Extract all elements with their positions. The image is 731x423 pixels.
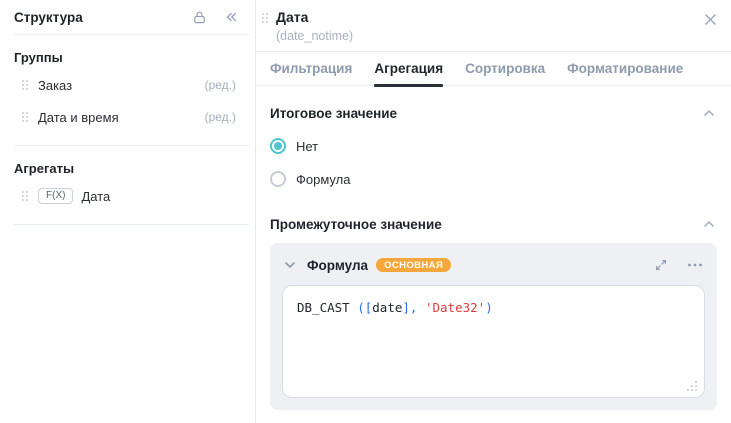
radio-option-formula[interactable]: Формула [270,171,717,187]
aggregate-item-data[interactable]: F(X) Дата [0,180,255,212]
sidebar-divider [14,34,249,35]
primary-badge: ОСНОВНАЯ [376,258,451,273]
group-item-label: Заказ [38,78,72,93]
radio-label[interactable]: Нет [296,139,318,154]
field-settings-panel: Дата (date_notime) Фильтрация Агрегация … [256,0,731,423]
aggregate-item-label: Дата [81,189,110,204]
formula-token: ) [485,300,493,315]
settings-tabs: Фильтрация Агрегация Сортировка Форматир… [256,52,731,86]
panel-title: Дата [276,9,717,25]
radio-selected-icon[interactable] [270,138,286,154]
formula-token [417,300,425,315]
group-item-label: Дата и время [38,110,119,125]
formula-card-title: Формула [307,258,368,273]
panel-subtitle: (date_notime) [276,29,717,43]
intermediate-value-heading: Промежуточное значение [270,217,442,232]
expand-icon[interactable] [651,255,671,275]
tab-formatting[interactable]: Форматирование [567,52,683,86]
more-options-icon[interactable] [685,255,705,275]
group-item-zakaz[interactable]: Заказ (ред.) [0,69,255,101]
radio-label[interactable]: Формула [296,172,350,187]
drag-handle-icon[interactable] [22,112,28,122]
app-window: Структура Группы Заказ [0,0,731,423]
sidebar-divider [14,145,249,146]
formula-token: date [372,300,402,315]
group-item-date-time[interactable]: Дата и время (ред.) [0,101,255,133]
drag-handle-icon[interactable] [22,80,28,90]
collapse-sidebar-icon[interactable] [223,9,239,25]
formula-token: 'Date32' [425,300,485,315]
chevron-down-icon[interactable] [282,257,298,273]
tab-sorting[interactable]: Сортировка [465,52,545,86]
sidebar-header: Структура [0,0,255,34]
drag-handle-icon[interactable] [22,191,28,201]
structure-sidebar: Структура Группы Заказ [0,0,256,423]
radio-option-net[interactable]: Нет [270,138,717,154]
sidebar-title: Структура [14,10,83,25]
formula-token: ([ [357,300,372,315]
group-edit-link[interactable]: (ред.) [205,110,236,124]
radio-unselected-icon[interactable] [270,171,286,187]
formula-card: Формула ОСНОВНАЯ [270,243,717,410]
formula-token: ], [402,300,417,315]
aggregates-heading: Агрегаты [14,161,241,176]
groups-heading: Группы [14,50,241,65]
formula-fx-badge: F(X) [38,188,73,204]
drag-handle-icon[interactable] [262,13,268,23]
formula-token: DB_CAST [297,300,350,315]
chevron-up-icon[interactable] [701,105,717,121]
formula-code-editor[interactable]: DB_CAST ([date], 'Date32') [282,285,705,398]
lock-icon[interactable] [191,9,207,25]
resize-grip-icon[interactable] [687,381,697,391]
total-value-heading: Итоговое значение [270,106,397,121]
tab-aggregation[interactable]: Агрегация [374,52,443,86]
tab-content: Итоговое значение Нет Формула Промежуточ… [256,86,731,423]
total-value-section-header: Итоговое значение [270,105,717,121]
tab-filtering[interactable]: Фильтрация [270,52,352,86]
panel-header: Дата (date_notime) [256,0,731,52]
formula-card-header: Формула ОСНОВНАЯ [282,255,705,275]
chevron-up-icon[interactable] [701,216,717,232]
group-edit-link[interactable]: (ред.) [205,78,236,92]
close-icon[interactable] [701,10,719,28]
formula-code: DB_CAST ([date], 'Date32') [297,300,493,315]
sidebar-divider [14,224,249,225]
intermediate-value-section-header: Промежуточное значение [270,216,717,232]
